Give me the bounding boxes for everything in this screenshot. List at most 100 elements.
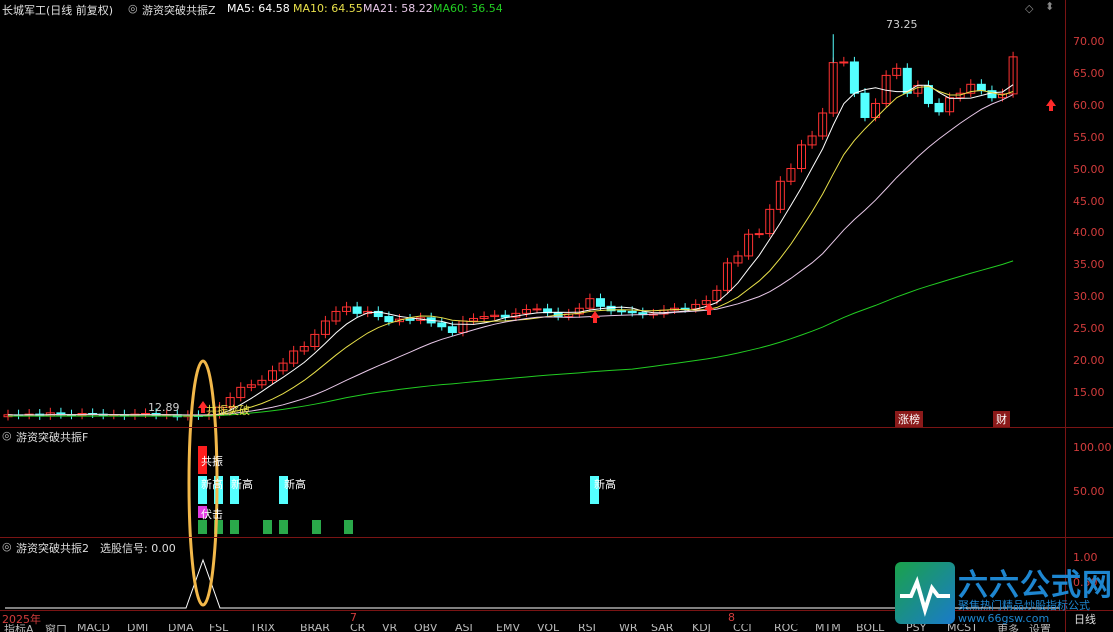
price-axis-label: 20.00 xyxy=(1073,354,1105,367)
collapse-icon[interactable]: ◎ xyxy=(128,2,138,15)
ma21-value: MA21: 58.22 xyxy=(363,2,433,15)
ma-line xyxy=(7,85,1014,416)
panel2-title[interactable]: 游资突破共振F xyxy=(16,429,88,445)
indicator-tab[interactable]: DMI xyxy=(127,624,148,632)
indicator-tab[interactable]: TRIX xyxy=(250,624,275,632)
small-signal-bar xyxy=(263,520,272,534)
stock-title: 长城军工(日线 前复权) xyxy=(2,4,114,17)
price-axis-label: 15.00 xyxy=(1073,385,1105,399)
indicator-title[interactable]: 游资突破共振Z xyxy=(142,2,216,18)
candle-body xyxy=(849,61,859,94)
candle-body xyxy=(352,306,362,314)
ma10-value: MA10: 64.55 xyxy=(293,2,363,15)
diamond-icon[interactable]: ◇ xyxy=(1025,2,1033,15)
limit-up-badge[interactable]: 涨榜 xyxy=(895,411,923,427)
panel-divider-2 xyxy=(0,537,1113,538)
candle-body xyxy=(384,316,394,323)
ma60-value: MA60: 36.54 xyxy=(433,2,503,15)
brand-logo-icon xyxy=(895,562,955,624)
ambush-label: 伏击 xyxy=(201,508,223,521)
panel-divider-1 xyxy=(0,427,1113,428)
brand-url: www.66gsw.com xyxy=(958,612,1050,625)
candle-body xyxy=(617,310,627,313)
low-marker: 12.89 xyxy=(148,401,180,414)
ma-line xyxy=(7,94,1014,416)
small-signal-bar xyxy=(312,520,321,534)
small-signal-bar xyxy=(198,520,207,534)
candle-body xyxy=(447,326,457,333)
new-high-label-2: 新高 xyxy=(231,478,253,491)
indicator-tab[interactable]: 设置 xyxy=(1029,624,1051,632)
panel2-axis-100: 100.00 xyxy=(1073,441,1112,454)
indicator-tab[interactable]: PSY xyxy=(906,624,926,632)
indicator-tab[interactable]: ROC xyxy=(774,624,798,632)
price-axis-label: 60.00 xyxy=(1073,98,1105,112)
indicator-tab[interactable]: MTM xyxy=(815,624,841,632)
high-marker: 73.25 xyxy=(886,18,918,31)
indicator-tab[interactable]: DMA xyxy=(168,624,194,632)
candle-body xyxy=(595,298,605,307)
period-label[interactable]: 日线 xyxy=(1074,611,1096,627)
indicator-tab-strip: 指标A 窗口 MACD DMI DMA FSL TRIX BRAR CR VR OBV ASI EMV V… xyxy=(0,624,1065,632)
indicator-tab[interactable]: 窗口 xyxy=(45,624,67,632)
up-arrow-icon xyxy=(590,311,600,323)
indicator-tab[interactable]: FSL xyxy=(209,624,228,632)
panel3-collapse-icon[interactable]: ◎ xyxy=(2,540,12,553)
ma-line xyxy=(7,84,1014,417)
indicator-tab[interactable]: CR xyxy=(350,624,365,632)
indicator-tab[interactable]: 指标A xyxy=(4,624,34,632)
price-axis-label: 40.00 xyxy=(1073,226,1105,240)
indicator-tab[interactable]: 更多 xyxy=(997,624,1019,632)
resonance-label: 共振 xyxy=(201,455,223,468)
new-high-label-1: 新高 xyxy=(201,478,223,491)
signal-arrows xyxy=(198,99,1056,413)
indicator-tab[interactable]: EMV xyxy=(496,624,520,632)
indicator-tab[interactable]: MCST xyxy=(947,624,978,632)
price-axis-label: 45.00 xyxy=(1073,194,1105,208)
candle-body xyxy=(839,61,849,64)
price-axis-label: 55.00 xyxy=(1073,130,1105,144)
breakout-label: 共振突破 xyxy=(206,404,250,417)
candle-body xyxy=(532,308,542,311)
price-axis-label: 30.00 xyxy=(1073,290,1105,304)
indicator-tab[interactable]: OBV xyxy=(414,624,437,632)
scroll-arrows-icon[interactable]: ⬍ xyxy=(1045,0,1054,13)
new-high-label-4: 新高 xyxy=(594,478,616,491)
finance-badge[interactable]: 财 xyxy=(993,411,1010,427)
indicator-tab[interactable]: KDJ xyxy=(692,624,711,632)
candle-body xyxy=(437,322,447,328)
candle-body xyxy=(934,102,944,113)
select-signal-value: 选股信号: 0.00 xyxy=(100,542,176,555)
ma5-value: MA5: 64.58 xyxy=(227,2,290,15)
moving-average-lines xyxy=(7,84,1014,417)
candle-body xyxy=(976,83,986,92)
indicator-tab[interactable]: VOL xyxy=(537,624,559,632)
small-signal-bar xyxy=(230,520,239,534)
panel2-axis-50: 50.00 xyxy=(1073,485,1105,498)
price-axis-label: 35.00 xyxy=(1073,258,1105,272)
signal-panel-bars xyxy=(198,446,599,534)
indicator-tab[interactable]: SAR xyxy=(651,624,673,632)
indicator-tab[interactable]: MACD xyxy=(77,624,110,632)
indicator-tab[interactable]: BOLL xyxy=(856,624,884,632)
price-axis-label: 50.00 xyxy=(1073,162,1105,176)
candlesticks xyxy=(3,34,1018,421)
indicator-tab[interactable]: VR xyxy=(382,624,397,632)
small-signal-bar xyxy=(279,520,288,534)
price-axis-label: 70.00 xyxy=(1073,35,1105,48)
price-axis-label: 65.00 xyxy=(1073,66,1105,80)
indicator-tab[interactable]: CCI xyxy=(733,624,752,632)
brand-slogan: 聚焦热门精品炒股指标公式 xyxy=(958,599,1090,612)
panel3-title[interactable]: 游资突破共振2 xyxy=(16,540,89,556)
candle-body xyxy=(405,318,415,321)
candle-body xyxy=(860,92,870,118)
new-high-label-3: 新高 xyxy=(284,478,306,491)
indicator-tab[interactable]: WR xyxy=(619,624,638,632)
candle-body xyxy=(754,233,764,236)
up-arrow-icon xyxy=(1046,99,1056,111)
indicator-tab[interactable]: RSI xyxy=(578,624,596,632)
panel2-collapse-icon[interactable]: ◎ xyxy=(2,429,12,442)
price-axis-label: 25.00 xyxy=(1073,322,1105,336)
indicator-tab[interactable]: ASI xyxy=(455,624,473,632)
indicator-tab[interactable]: BRAR xyxy=(300,624,330,632)
